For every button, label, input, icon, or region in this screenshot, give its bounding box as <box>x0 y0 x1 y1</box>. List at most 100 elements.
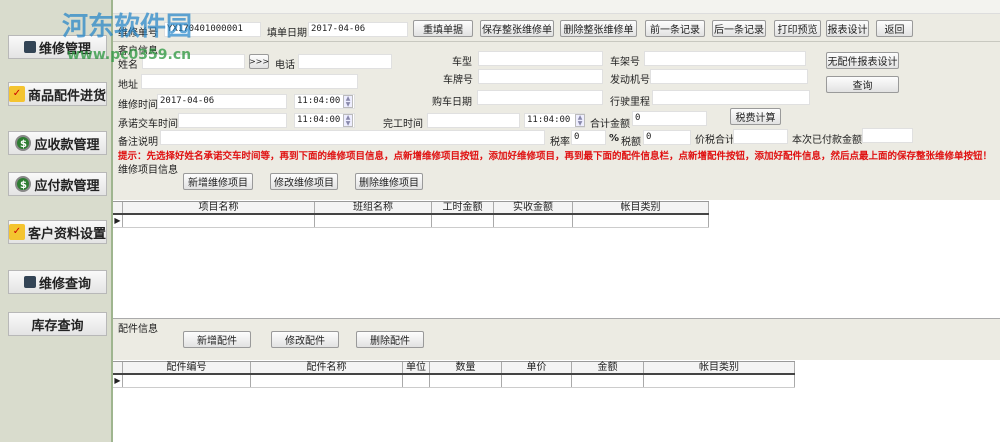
tax-label: 税额 <box>621 137 641 148</box>
mileage-label: 行驶里程 <box>610 97 650 108</box>
items-grid[interactable]: 项目名称 班组名称 工时金额 实收金额 帐目类别 ▶ <box>113 201 709 228</box>
column-header[interactable]: 金额 <box>572 362 644 373</box>
column-header[interactable]: 单位 <box>403 362 430 373</box>
column-header[interactable]: 配件名称 <box>251 362 403 373</box>
sidebar-receivables[interactable]: $ 应收款管理 <box>8 131 107 155</box>
divider <box>113 318 1000 319</box>
column-header[interactable]: 实收金额 <box>494 202 573 213</box>
car-type-label: 车型 <box>452 57 472 68</box>
buy-date-field[interactable] <box>477 90 603 105</box>
column-header[interactable]: 项目名称 <box>123 202 315 213</box>
sidebar: 维修管理 ✓ 商品配件进货 $ 应收款管理 $ 应付款管理 ✓ 客户资料设置 维修查询 … <box>0 0 113 442</box>
sidebar-parts-purchase[interactable]: ✓ 商品配件进货 <box>8 82 107 106</box>
sidebar-stock-query[interactable]: 库存查询 <box>8 312 107 336</box>
plate-label: 车牌号 <box>443 75 473 86</box>
engine-no-field[interactable] <box>650 69 808 84</box>
plate-field[interactable] <box>478 69 603 84</box>
reset-button[interactable]: 重填单据 <box>413 20 473 37</box>
sidebar-label: 客户资料设置 <box>28 226 107 242</box>
order-no-label: 维修单号 <box>118 28 158 39</box>
buy-date-label: 购车日期 <box>432 97 472 108</box>
fill-date-field[interactable]: 2017-04-06 <box>308 22 408 37</box>
spinner-icon[interactable]: ▲ ▼ <box>343 95 353 108</box>
parts-section-label: 配件信息 <box>118 324 158 335</box>
car-type-field[interactable] <box>478 51 603 66</box>
window-icon <box>23 276 36 288</box>
repair-time-label: 维修时间 <box>118 100 158 111</box>
address-field[interactable] <box>141 74 358 89</box>
sidebar-customer-settings[interactable]: ✓ 客户资料设置 <box>8 220 107 244</box>
table-row[interactable]: ▶ <box>113 215 709 228</box>
tax-rate-field[interactable]: 0 <box>571 130 606 145</box>
parts-grid[interactable]: 配件编号 配件名称 单位 数量 单价 金额 帐目类别 ▶ <box>113 361 795 388</box>
repair-icon <box>23 41 36 53</box>
percent-label: % <box>609 133 620 144</box>
sidebar-label: 库存查询 <box>31 318 84 334</box>
remark-label: 备注说明 <box>118 137 158 148</box>
tax-field[interactable]: 0 <box>643 130 691 145</box>
divider <box>113 41 1000 42</box>
repair-date-field[interactable]: 2017-04-06 <box>157 94 287 109</box>
paid-field[interactable] <box>862 128 913 143</box>
column-header[interactable]: 班组名称 <box>315 202 432 213</box>
column-header[interactable]: 数量 <box>430 362 502 373</box>
back-button[interactable]: 返回 <box>876 20 913 37</box>
table-row[interactable]: ▶ <box>113 375 795 388</box>
delete-part-button[interactable]: 删除配件 <box>356 331 424 348</box>
edit-part-button[interactable]: 修改配件 <box>271 331 339 348</box>
sidebar-label: 商品配件进货 <box>28 88 107 104</box>
folder-check-icon: ✓ <box>9 224 25 240</box>
order-no-field[interactable]: YX170401000001 <box>164 22 261 37</box>
row-indicator-header <box>113 202 123 213</box>
hint-text: 提示：先选择好姓名承诺交车时间等，再到下面的维修项目信息，点新增维修项目按钮，添… <box>118 151 993 162</box>
price-tax-label: 价税合计 <box>695 135 735 146</box>
total-field[interactable]: 0 <box>632 111 707 126</box>
customer-lookup-button[interactable]: >>> <box>249 54 269 69</box>
price-tax-field[interactable] <box>733 129 788 144</box>
frame-label: 车架号 <box>610 57 640 68</box>
phone-field[interactable] <box>298 54 392 69</box>
promise-date-field[interactable] <box>178 113 287 128</box>
query-button[interactable]: 查询 <box>826 76 899 93</box>
title-strip <box>113 0 1000 14</box>
add-part-button[interactable]: 新增配件 <box>183 331 251 348</box>
column-header[interactable]: 单价 <box>502 362 572 373</box>
complete-date-field[interactable] <box>427 113 520 128</box>
row-indicator-header <box>113 362 123 373</box>
report-design-button[interactable]: 报表设计 <box>826 20 869 37</box>
sidebar-label: 维修查询 <box>38 276 91 292</box>
spinner-icon[interactable]: ▲ ▼ <box>575 114 585 127</box>
items-section-label: 维修项目信息 <box>118 165 178 176</box>
sidebar-payables[interactable]: $ 应付款管理 <box>8 172 107 196</box>
engine-label: 发动机号 <box>610 75 650 86</box>
money-bag-icon: $ <box>15 135 32 151</box>
address-label: 地址 <box>118 80 138 91</box>
no-parts-report-button[interactable]: 无配件报表设计 <box>826 52 899 69</box>
name-label: 姓名 <box>118 60 138 71</box>
remark-field[interactable] <box>160 130 545 145</box>
prev-record-button[interactable]: 前一条记录 <box>645 20 705 37</box>
next-record-button[interactable]: 后一条记录 <box>712 20 766 37</box>
fill-date-label: 填单日期 <box>267 28 307 39</box>
spinner-icon[interactable]: ▲ ▼ <box>343 114 353 127</box>
sidebar-repair-management[interactable]: 维修管理 <box>8 35 107 59</box>
delete-item-button[interactable]: 删除维修项目 <box>355 173 423 190</box>
column-header[interactable]: 配件编号 <box>123 362 251 373</box>
edit-item-button[interactable]: 修改维修项目 <box>270 173 338 190</box>
save-order-button[interactable]: 保存整张维修单 <box>480 20 554 37</box>
add-item-button[interactable]: 新增维修项目 <box>183 173 253 190</box>
sidebar-label: 应收款管理 <box>34 137 100 153</box>
column-header[interactable]: 帐目类别 <box>644 362 795 373</box>
mileage-field[interactable] <box>652 90 810 105</box>
tax-calc-button[interactable]: 税费计算 <box>730 108 781 125</box>
column-header[interactable]: 工时金额 <box>432 202 494 213</box>
name-field[interactable] <box>142 54 245 69</box>
promise-time-label: 承诺交车时间 <box>118 119 178 130</box>
frame-no-field[interactable] <box>644 51 806 66</box>
complete-time-label: 完工时间 <box>383 119 423 130</box>
total-label: 合计金额 <box>590 119 630 130</box>
column-header[interactable]: 帐目类别 <box>573 202 709 213</box>
print-preview-button[interactable]: 打印预览 <box>774 20 821 37</box>
delete-order-button[interactable]: 删除整张维修单 <box>560 20 637 37</box>
sidebar-repair-query[interactable]: 维修查询 <box>8 270 107 294</box>
